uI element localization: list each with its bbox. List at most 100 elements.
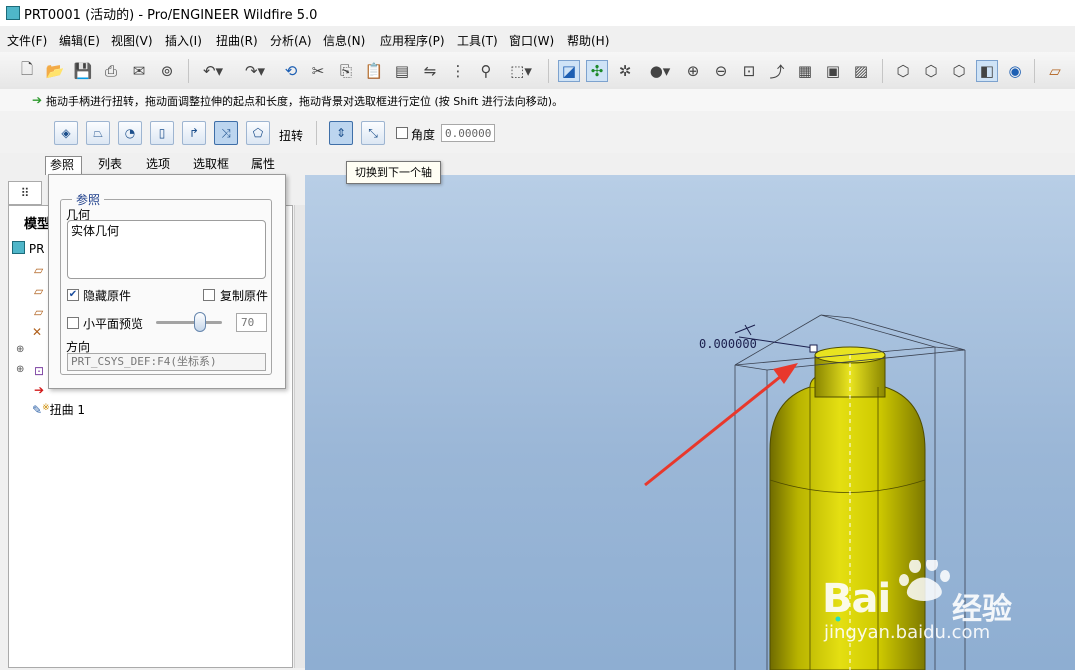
appearance-icon[interactable]: ▨	[850, 60, 872, 82]
preview-slider-value[interactable]: 70	[236, 313, 267, 332]
point-display-icon[interactable]: ✲	[614, 60, 636, 82]
reorient-icon[interactable]: ⤴	[766, 60, 788, 82]
copy-original-label: 复制原件	[220, 289, 269, 303]
geometry-item[interactable]: 实体几何	[71, 222, 119, 239]
paste-special-icon[interactable]: ▤	[391, 60, 413, 82]
stretch-icon[interactable]: ▯	[150, 121, 174, 145]
angle-checkbox[interactable]	[396, 127, 408, 139]
insert-here-icon[interactable]: ➔	[34, 383, 44, 397]
tab-options[interactable]: 选项	[146, 156, 170, 175]
datum-plane-icon[interactable]: ▱	[34, 263, 43, 277]
hide-original-checkbox[interactable]: ✔	[67, 289, 79, 301]
message-text: 拖动手柄进行扭转，拖动面调整拉伸的起点和长度，拖动背景对选取框进行定位 (按 S…	[46, 95, 564, 108]
menu-item[interactable]: 编辑(E)	[59, 32, 100, 49]
sketch-plane-icon[interactable]: ▱	[1044, 60, 1066, 82]
watermark-url: jingyan.baidu.com	[824, 622, 991, 643]
menu-item[interactable]: 窗口(W)	[509, 32, 554, 49]
message-area: ➔ 拖动手柄进行扭转，拖动面调整拉伸的起点和长度，拖动背景对选取框进行定位 (按…	[0, 89, 1075, 111]
small-plane-preview-checkbox[interactable]	[67, 317, 79, 329]
shading-sphere-icon[interactable]: ●▾	[642, 60, 678, 82]
window-title: PRT0001 (活动的) - Pro/ENGINEER Wildfire 5.…	[24, 8, 318, 23]
menu-item[interactable]: 应用程序(P)	[380, 32, 445, 49]
warp-icon[interactable]: ⏢	[86, 121, 110, 145]
expand-icon[interactable]: ⊕	[16, 344, 24, 355]
menu-item[interactable]: 扭曲(R)	[216, 32, 258, 49]
cut-icon[interactable]: ✂	[307, 60, 329, 82]
tab-list[interactable]: 列表	[98, 156, 122, 175]
tooltip: 切换到下一个轴	[346, 161, 441, 184]
tab-properties[interactable]: 属性	[251, 156, 275, 175]
angle-input[interactable]: 0.00000	[441, 124, 495, 142]
undo-icon[interactable]: ↶▾	[198, 60, 228, 82]
menu-item[interactable]: 文件(F)	[7, 32, 47, 49]
preview-slider-track[interactable]	[156, 321, 222, 324]
tree-root-label: PR	[28, 242, 45, 256]
menu-item[interactable]: 视图(V)	[111, 32, 153, 49]
angle-label: 角度	[411, 128, 436, 142]
paste-icon[interactable]: 📋	[363, 60, 385, 82]
redo-icon[interactable]: ↷▾	[240, 60, 270, 82]
copy-icon[interactable]: ⎘	[335, 60, 357, 82]
datum-plane-icon[interactable]: ▱	[34, 305, 43, 319]
bend-icon[interactable]: ↱	[182, 121, 206, 145]
twist-drag-handle[interactable]	[809, 344, 818, 353]
zoom-in-icon[interactable]: ⊕	[682, 60, 704, 82]
no-hidden-icon[interactable]: ⬡	[948, 60, 970, 82]
pattern-icon[interactable]: ⋮	[447, 60, 469, 82]
menu-item[interactable]: 工具(T)	[457, 32, 498, 49]
hidden-line-icon[interactable]: ⬡	[920, 60, 942, 82]
flip-direction-icon[interactable]: ⤡	[361, 121, 385, 145]
model-tree-settings-icon[interactable]: ◉	[1004, 60, 1026, 82]
panel-splitter[interactable]	[294, 205, 305, 668]
new-file-icon[interactable]: 🗋	[16, 60, 38, 82]
wireframe-icon[interactable]: ⬡	[892, 60, 914, 82]
select-box-icon[interactable]: ⬚▾	[503, 60, 539, 82]
preview-slider-thumb[interactable]	[194, 312, 206, 332]
tree-root[interactable]: PR	[12, 241, 44, 256]
save-icon[interactable]: 💾	[72, 60, 94, 82]
zoom-out-icon[interactable]: ⊖	[710, 60, 732, 82]
datum-plane-display-icon[interactable]: ◪	[558, 60, 580, 82]
warp-feature-label: 扭曲 1	[49, 403, 86, 417]
spine-icon[interactable]: ◔	[118, 121, 142, 145]
shading-icon[interactable]: ◧	[976, 60, 998, 82]
tab-marquee[interactable]: 选取框	[193, 156, 229, 175]
print-icon[interactable]: ⎙	[100, 60, 122, 82]
twist-icon[interactable]: ⤨	[214, 121, 238, 145]
find-icon[interactable]: ⚲	[475, 60, 497, 82]
send-icon[interactable]: ✉	[128, 60, 150, 82]
menu-item[interactable]: 插入(I)	[165, 32, 202, 49]
mirror-icon[interactable]: ⇋	[419, 60, 441, 82]
app-icon	[6, 6, 20, 20]
saved-views-icon[interactable]: ▦	[794, 60, 816, 82]
title-bar: PRT0001 (活动的) - Pro/ENGINEER Wildfire 5.…	[0, 0, 1075, 26]
menu-item[interactable]: 分析(A)	[270, 32, 312, 49]
feature-icon[interactable]: ⊡	[34, 364, 44, 378]
datum-axis-display-icon[interactable]: ✣	[586, 60, 608, 82]
switch-axis-icon[interactable]: ⇕	[329, 121, 353, 145]
regenerate-icon[interactable]: ⟲	[280, 60, 302, 82]
transform-icon[interactable]: ◈	[54, 121, 78, 145]
layers-icon[interactable]: ▣	[822, 60, 844, 82]
tab-references[interactable]: 参照	[45, 156, 82, 175]
email-link-icon[interactable]: ⊚	[156, 60, 178, 82]
baidu-watermark: Bai 经验 jingyan.baidu.com	[820, 557, 1040, 663]
small-plane-preview-label: 小平面预览	[83, 317, 144, 331]
message-arrow-icon: ➔	[32, 93, 43, 107]
csys-icon[interactable]: ✕	[32, 325, 42, 339]
menu-item[interactable]: 信息(N)	[323, 32, 365, 49]
tree-warp-feature[interactable]: ✎※扭曲 1	[32, 401, 85, 418]
refit-icon[interactable]: ⊡	[738, 60, 760, 82]
menu-bar: 文件(F) 编辑(E) 视图(V) 插入(I) 扭曲(R) 分析(A) 信息(N) 应用程序(…	[0, 26, 1075, 53]
datum-plane-icon[interactable]: ▱	[34, 284, 43, 298]
twist-mode-label: 扭转	[279, 129, 304, 143]
model-tree-tab-icon[interactable]: ⠿	[8, 181, 42, 205]
direction-collector[interactable]: PRT_CSYS_DEF:F4(坐标系)	[67, 353, 266, 371]
menu-item[interactable]: 帮助(H)	[567, 32, 609, 49]
watermark-brand: Bai	[822, 576, 891, 622]
open-file-icon[interactable]: 📂	[44, 60, 66, 82]
sculpt-icon[interactable]: ⬠	[246, 121, 270, 145]
expand-icon[interactable]: ⊕	[16, 364, 24, 375]
main-toolbar: 🗋 📂 💾 ⎙ ✉ ⊚ ↶▾ ↷▾ ⟲ ✂ ⎘ 📋 ▤ ⇋ ⋮ ⚲ ⬚▾ ◪ ✣…	[0, 52, 1075, 90]
copy-original-checkbox[interactable]	[203, 289, 215, 301]
